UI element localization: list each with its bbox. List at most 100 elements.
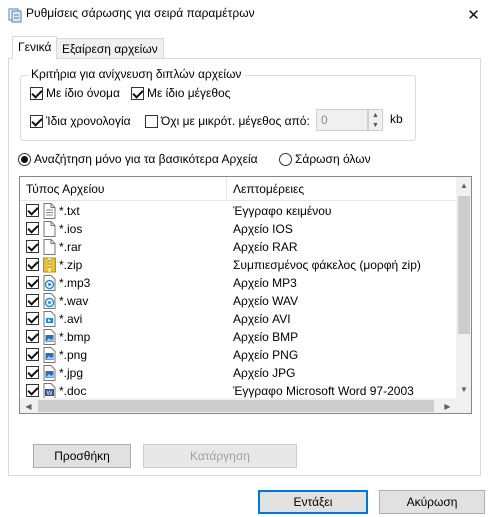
list-item[interactable]: *.rar Αρχείο RAR	[20, 238, 456, 256]
blank-file-icon	[43, 221, 56, 237]
list-item-details: Αρχείο JPG	[233, 366, 296, 380]
list-item-checkbox[interactable]	[26, 330, 39, 343]
list-item-file-type: *.rar	[59, 240, 82, 254]
scroll-left-icon[interactable]: ◀	[20, 398, 37, 413]
list-item-details: Αρχείο IOS	[233, 222, 293, 236]
text-file-icon	[43, 203, 56, 219]
horizontal-scrollbar[interactable]: ◀ ▶	[20, 398, 456, 413]
audio-file-icon	[43, 275, 56, 291]
list-item[interactable]: *.avi Αρχείο AVI	[20, 310, 456, 328]
list-item[interactable]: *.jpg Αρχείο JPG	[20, 364, 456, 382]
list-item-checkbox[interactable]	[26, 258, 39, 271]
list-body: *.txt Έγγραφο κειμένου *.ios Αρχείο IOS *.ra…	[20, 202, 456, 413]
vertical-scrollbar[interactable]: ▲ ▼	[456, 177, 471, 398]
same-chronology-check-box[interactable]	[30, 114, 43, 128]
list-header: Τύπος Αρχείου Λεπτομέρειες	[20, 177, 456, 201]
list-item-details: Έγγραφο Microsoft Word 97-2003	[233, 384, 414, 398]
list-item[interactable]: *.ios Αρχείο IOS	[20, 220, 456, 238]
list-item-details: Αρχείο MP3	[233, 276, 297, 290]
list-item-file-type: *.txt	[59, 204, 80, 218]
close-button[interactable]: ✕	[458, 0, 489, 30]
tab-exclude-files[interactable]: Εξαίρεση αρχείων	[56, 38, 164, 59]
list-item-checkbox[interactable]	[26, 312, 39, 325]
min-size-check-box[interactable]	[145, 114, 158, 128]
radio-scan-all-label: Σάρωση όλων	[295, 152, 371, 166]
scroll-up-icon[interactable]: ▲	[456, 177, 471, 194]
list-item-details: Αρχείο PNG	[233, 348, 299, 362]
list-item-details: Συμπιεσμένος φάκελος (μορφή zip)	[233, 258, 421, 272]
tab-general-label: Γενικά	[18, 40, 52, 54]
same-name-label: Με ίδιο όνομα	[46, 86, 120, 100]
list-item-checkbox[interactable]	[26, 366, 39, 379]
list-item-file-type: *.zip	[59, 258, 83, 272]
list-item-file-type: *.wav	[59, 294, 89, 308]
remove-button[interactable]: Κατάργηση	[143, 444, 297, 468]
same-name-check-box[interactable]	[30, 86, 43, 100]
list-item-file-type: *.ios	[59, 222, 83, 236]
list-item-checkbox[interactable]	[26, 276, 39, 289]
list-item-checkbox[interactable]	[26, 348, 39, 361]
min-size-checkbox[interactable]: Όχι με μικρότ. μέγεθος από:	[145, 114, 310, 128]
ok-button[interactable]: Εντάξει	[258, 490, 368, 514]
spin-up-icon[interactable]: ▲	[369, 110, 382, 120]
list-item-file-type: *.doc	[59, 384, 87, 398]
horizontal-scroll-thumb[interactable]	[38, 400, 434, 412]
app-icon	[8, 8, 22, 23]
min-size-unit: kb	[390, 112, 403, 126]
svg-text:W: W	[47, 390, 53, 397]
list-item-details: Αρχείο WAV	[233, 294, 299, 308]
column-divider[interactable]	[226, 177, 227, 201]
column-header-details[interactable]: Λεπτομέρειες	[233, 182, 304, 196]
criteria-groupbox	[20, 75, 416, 141]
image-file-icon	[43, 329, 56, 345]
min-size-spinner[interactable]: ▲ ▼	[368, 109, 383, 131]
audio-file-icon	[43, 293, 56, 309]
video-file-icon	[43, 311, 56, 327]
list-item-file-type: *.png	[59, 348, 88, 362]
vertical-scroll-thumb[interactable]	[458, 196, 470, 334]
same-size-label: Με ίδιο μέγεθος	[147, 86, 231, 100]
list-item[interactable]: *.mp3 Αρχείο MP3	[20, 274, 456, 292]
radio-scan-all-dot[interactable]	[279, 152, 292, 166]
image-file-icon	[43, 365, 56, 381]
radio-scan-all[interactable]: Σάρωση όλων	[279, 152, 371, 166]
list-item-checkbox[interactable]	[26, 204, 39, 217]
list-item-checkbox[interactable]	[26, 384, 39, 397]
add-button[interactable]: Προσθήκη	[33, 444, 131, 468]
min-size-label: Όχι με μικρότ. μέγεθος από:	[161, 114, 310, 128]
radio-selected-only-dot[interactable]	[18, 152, 31, 166]
list-item-file-type: *.avi	[59, 312, 83, 326]
radio-selected-only[interactable]: Αναζήτηση μόνο για τα βασικότερα Αρχεία	[18, 152, 258, 166]
same-name-checkbox[interactable]: Με ίδιο όνομα	[30, 86, 120, 100]
file-types-list[interactable]: Τύπος Αρχείου Λεπτομέρειες *.txt Έγγραφο …	[19, 176, 472, 414]
spin-down-icon[interactable]: ▼	[369, 120, 382, 130]
list-item-checkbox[interactable]	[26, 294, 39, 307]
same-chronology-checkbox[interactable]: Ίδια χρονολογία	[30, 114, 131, 128]
list-item-checkbox[interactable]	[26, 222, 39, 235]
scroll-down-icon[interactable]: ▼	[456, 381, 471, 398]
min-size-input[interactable]: 0	[316, 109, 368, 131]
column-header-file-type[interactable]: Τύπος Αρχείου	[26, 182, 104, 196]
list-item-file-type: *.bmp	[59, 330, 91, 344]
list-item[interactable]: *.bmp Αρχείο BMP	[20, 328, 456, 346]
list-item-details: Αρχείο RAR	[233, 240, 298, 254]
scroll-right-icon[interactable]: ▶	[439, 398, 456, 413]
list-item-checkbox[interactable]	[26, 240, 39, 253]
image-file-icon	[43, 347, 56, 363]
list-item[interactable]: *.zip Συμπιεσμένος φάκελος (μορφή zip)	[20, 256, 456, 274]
same-chronology-label: Ίδια χρονολογία	[46, 114, 131, 128]
list-item-file-type: *.jpg	[59, 366, 84, 380]
same-size-checkbox[interactable]: Με ίδιο μέγεθος	[131, 86, 230, 100]
list-item[interactable]: *.txt Έγγραφο κειμένου	[20, 202, 456, 220]
cancel-button[interactable]: Ακύρωση	[379, 490, 485, 514]
tab-exclude-files-label: Εξαίρεση αρχείων	[62, 42, 158, 56]
radio-selected-only-label: Αναζήτηση μόνο για τα βασικότερα Αρχεία	[34, 152, 258, 166]
tab-general[interactable]: Γενικά	[12, 36, 58, 59]
list-item[interactable]: *.wav Αρχείο WAV	[20, 292, 456, 310]
criteria-legend: Κριτήρια για ανίχνευση διπλών αρχείων	[28, 67, 245, 81]
list-item-details: Αρχείο AVI	[233, 312, 291, 326]
list-item[interactable]: *.png Αρχείο PNG	[20, 346, 456, 364]
same-size-check-box[interactable]	[131, 86, 144, 100]
zip-folder-icon	[43, 257, 56, 273]
blank-file-icon	[43, 239, 56, 255]
